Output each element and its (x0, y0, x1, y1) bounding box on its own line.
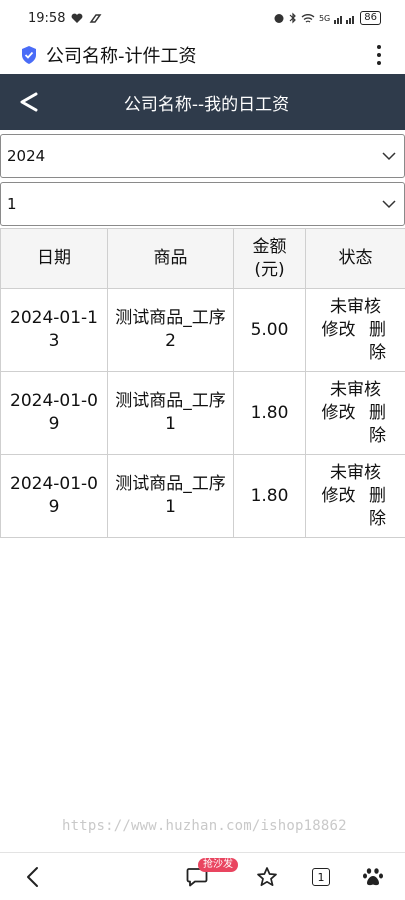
delete-link[interactable]: 删除 (366, 485, 390, 531)
cell-amount: 1.80 (233, 371, 306, 455)
favorite-button[interactable] (252, 863, 282, 891)
chevron-down-icon (382, 200, 396, 209)
year-select[interactable]: 2024 (0, 134, 405, 178)
browser-bottom-nav: 抢沙发 1 (0, 852, 405, 900)
status-text: 未审核 (330, 296, 381, 317)
table-row: 2024-01-13 测试商品_工序2 5.00 未审核 修改 删除 (0, 288, 405, 372)
cell-amount: 1.80 (233, 454, 306, 538)
cell-amount: 5.00 (233, 288, 306, 372)
status-text: 未审核 (330, 462, 381, 483)
app-header: 公司名称--我的日工资 (0, 74, 405, 130)
cell-goods: 测试商品_工序2 (107, 288, 234, 372)
daily-wage-table: 日期 商品 金额 (元) 状态 2024-01-13 测试商品_工序2 5.00… (0, 228, 405, 538)
delete-link[interactable]: 删除 (366, 319, 390, 365)
tabs-button[interactable]: 1 (306, 863, 336, 891)
cell-status: 未审核 修改 删除 (305, 371, 405, 455)
table-row: 2024-01-09 测试商品_工序1 1.80 未审核 修改 删除 (0, 371, 405, 455)
more-options-icon[interactable] (367, 41, 391, 69)
chevron-down-icon (382, 152, 396, 161)
status-bar: 19:58 5G 86 (0, 0, 405, 36)
cell-goods: 测试商品_工序1 (107, 371, 234, 455)
cell-status: 未审核 修改 删除 (305, 288, 405, 372)
heart-icon (72, 13, 83, 23)
tab-count: 1 (312, 868, 330, 886)
table-header-row: 日期 商品 金额 (元) 状态 (0, 228, 405, 289)
shield-check-icon (22, 46, 36, 64)
cell-date: 2024-01-09 (0, 371, 108, 455)
back-arrow-icon[interactable] (14, 86, 44, 118)
header-goods: 商品 (107, 228, 234, 289)
app-notification-icon (90, 13, 102, 23)
header-amount: 金额 (元) (233, 228, 306, 289)
date-text: 2024-01-09 (10, 391, 98, 434)
chevron-left-icon (27, 867, 38, 887)
watermark: https://www.huzhan.com/ishop18862 (62, 818, 347, 834)
cell-date: 2024-01-13 (0, 288, 108, 372)
wifi-icon (301, 13, 315, 23)
status-text: 未审核 (330, 379, 381, 400)
edit-link[interactable]: 修改 (322, 485, 356, 531)
goods-text: 测试商品_工序1 (115, 391, 226, 434)
browser-page-title: 公司名称-计件工资 (46, 46, 197, 67)
browser-title-bar: 公司名称-计件工资 (0, 36, 405, 74)
month-select[interactable]: 1 (0, 182, 405, 226)
header-status: 状态 (305, 228, 405, 289)
nav-back-button[interactable] (18, 863, 48, 891)
status-time: 19:58 (28, 10, 66, 26)
goods-text: 测试商品_工序1 (115, 474, 226, 517)
edit-link[interactable]: 修改 (322, 402, 356, 448)
header-date: 日期 (0, 228, 108, 289)
cell-goods: 测试商品_工序1 (107, 454, 234, 538)
edit-link[interactable]: 修改 (322, 319, 356, 365)
baidu-paw-icon (363, 868, 383, 886)
battery-indicator: 86 (360, 11, 381, 25)
baidu-button[interactable] (358, 863, 388, 891)
star-icon (257, 867, 277, 887)
delete-link[interactable]: 删除 (366, 402, 390, 448)
cell-status: 未审核 修改 删除 (305, 454, 405, 538)
signal-icon (334, 15, 355, 24)
page-title: 公司名称--我的日工资 (123, 94, 290, 115)
alarm-icon (274, 14, 284, 23)
date-text: 2024-01-13 (10, 308, 98, 351)
date-text: 2024-01-09 (10, 474, 98, 517)
goods-text: 测试商品_工序2 (115, 308, 226, 351)
table-row: 2024-01-09 测试商品_工序1 1.80 未审核 修改 删除 (0, 454, 405, 538)
month-select-value: 1 (7, 195, 17, 213)
network-type: 5G (318, 13, 331, 23)
comment-badge: 抢沙发 (198, 858, 238, 872)
cell-date: 2024-01-09 (0, 454, 108, 538)
year-select-value: 2024 (7, 147, 46, 165)
bluetooth-icon (289, 12, 296, 24)
